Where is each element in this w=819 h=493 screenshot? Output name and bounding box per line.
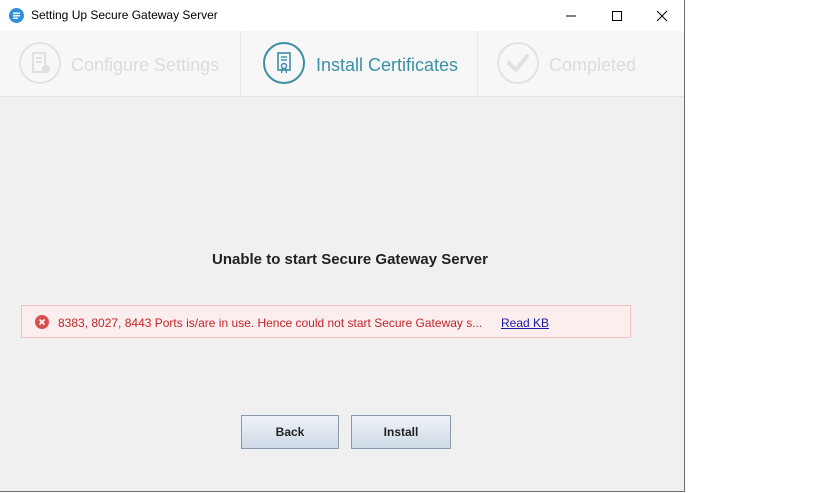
install-button[interactable]: Install xyxy=(351,415,451,449)
step-label: Configure Settings xyxy=(71,55,220,75)
back-button[interactable]: Back xyxy=(241,415,339,449)
status-heading: Unable to start Secure Gateway Server xyxy=(212,251,488,268)
window-title: Setting Up Secure Gateway Server xyxy=(31,8,218,22)
maximize-button[interactable] xyxy=(594,0,640,31)
read-kb-link[interactable]: Read KB xyxy=(501,316,549,330)
checkmark-icon xyxy=(497,42,539,84)
app-icon xyxy=(9,8,24,23)
close-button[interactable] xyxy=(639,0,685,31)
error-icon xyxy=(35,315,49,329)
setup-window: Setting Up Secure Gateway Server Configu… xyxy=(0,0,685,492)
error-banner: 8383, 8027, 8443 Ports is/are in use. He… xyxy=(21,305,631,338)
step-configure-settings: Configure Settings xyxy=(0,31,240,96)
wizard-steps: Configure Settings Install Certificates xyxy=(0,31,684,97)
step-label: Install Certificates xyxy=(316,55,459,75)
server-settings-icon xyxy=(19,42,61,84)
maximize-icon xyxy=(612,11,622,21)
certificate-icon xyxy=(263,42,305,84)
title-bar: Setting Up Secure Gateway Server xyxy=(0,0,684,31)
step-install-certificates: Install Certificates xyxy=(241,31,477,96)
minimize-button[interactable] xyxy=(548,0,594,31)
minimize-icon xyxy=(566,15,576,17)
step-completed: Completed xyxy=(478,31,684,96)
step-label: Completed xyxy=(549,55,637,75)
error-message: 8383, 8027, 8443 Ports is/are in use. He… xyxy=(58,316,483,330)
close-icon xyxy=(656,10,668,22)
